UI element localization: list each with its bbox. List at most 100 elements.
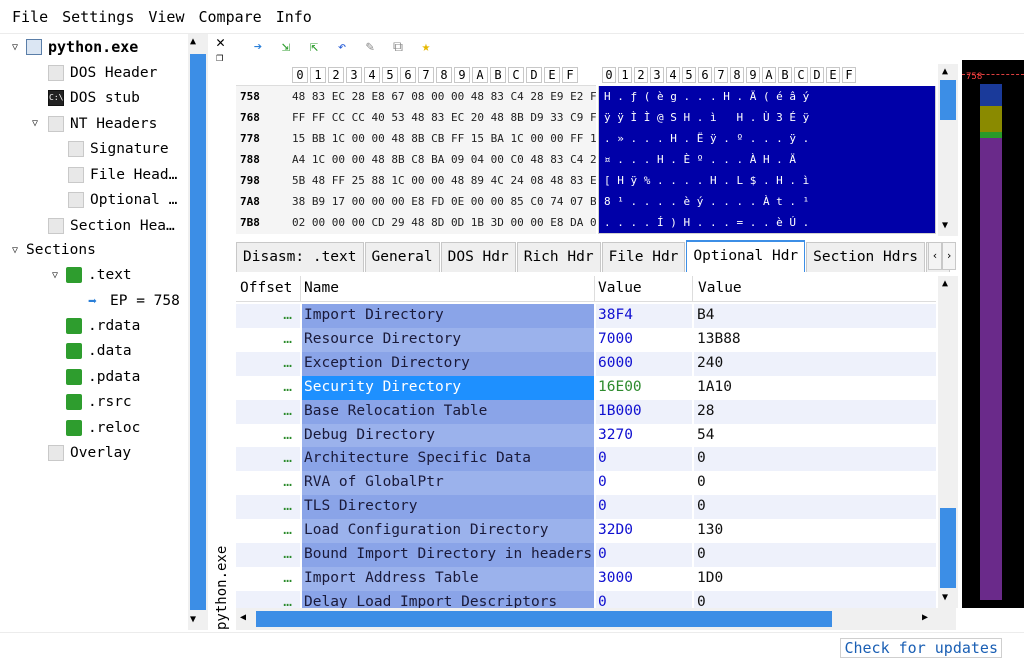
hex-scrollbar-thumb[interactable] (940, 80, 956, 120)
horizontal-scrollbar-thumb[interactable] (256, 611, 832, 627)
table-row[interactable]: … Base Relocation Table 1B000 28 (236, 399, 936, 424)
hex-row[interactable]: 7B8 02 00 00 00 CD 29 48 8D 0D 1B 3D 00 0… (236, 212, 596, 233)
tree-item-rsrc[interactable]: .rsrc (66, 391, 132, 413)
collapse-arrow-icon[interactable]: ▽ (52, 270, 58, 281)
table-cell-value-size[interactable]: 0 (694, 471, 936, 496)
table-cell-name[interactable]: Exception Directory (302, 351, 594, 376)
menu-settings[interactable]: Settings (62, 8, 134, 26)
collapse-arrow-icon[interactable]: ▽ (12, 42, 18, 53)
tab-rich-hdr[interactable]: Rich Hdr (516, 242, 601, 272)
ascii-row[interactable]: H . ƒ ( è g . . . H . Ä ( é â ý (604, 90, 809, 111)
table-cell-value[interactable]: 1B000 (596, 399, 692, 424)
table-row[interactable]: … Load Configuration Directory 32D0 130 (236, 519, 936, 544)
hex-scrollbar[interactable]: ▲ ▼ (938, 64, 958, 236)
table-cell-value[interactable]: 7000 (596, 327, 692, 352)
hex-row[interactable]: 768 FF FF CC CC 40 53 48 83 EC 20 48 8B D… (236, 107, 596, 128)
table-cell-value-size[interactable]: 240 (694, 351, 936, 376)
hex-row[interactable]: 758 48 83 EC 28 E8 67 08 00 00 48 83 C4 2… (236, 86, 596, 107)
table-cell-offset[interactable]: … (236, 590, 300, 608)
ascii-rows[interactable]: H . ƒ ( è g . . . H . Ä ( é â ýÿ ÿ Ì Ì @… (600, 86, 936, 234)
table-cell-name[interactable]: Resource Directory (302, 327, 594, 352)
hex-row[interactable]: 7A8 38 B9 17 00 00 00 E8 FD 0E 00 00 85 C… (236, 191, 596, 212)
tab-general[interactable]: General (364, 242, 440, 272)
collapse-arrow-icon[interactable]: ▽ (32, 118, 38, 129)
table-row[interactable]: … Bound Import Directory in headers 0 0 (236, 543, 936, 567)
tree-item-dos-header[interactable]: DOS Header (48, 62, 157, 84)
hex-row-bytes[interactable]: FF FF CC CC 40 53 48 83 EC 20 48 8B D9 3… (292, 111, 596, 124)
ascii-row[interactable]: . » . . . H . Ë ÿ . º . . . ÿ . (604, 132, 809, 153)
table-cell-name[interactable]: Delay Load Import Descriptors (302, 590, 594, 608)
table-cell-name[interactable]: RVA of GlobalPtr (302, 471, 594, 496)
tab-dos-hdr[interactable]: DOS Hdr (440, 242, 516, 272)
pin-icon[interactable]: ✎ (362, 39, 378, 55)
tree-item-root[interactable]: python.exe (26, 36, 138, 58)
tab-scroll-left-icon[interactable]: ‹ (928, 242, 942, 270)
table-cell-offset[interactable]: … (236, 304, 300, 328)
table-row[interactable]: … Delay Load Import Descriptors 0 0 (236, 590, 936, 608)
table-row[interactable]: … Import Directory 38F4 B4 (236, 304, 936, 328)
ascii-row[interactable]: ¤ . . . H . È º . . . À H . Ä (604, 153, 809, 174)
table-scrollbar-thumb[interactable] (940, 508, 956, 588)
table-cell-offset[interactable]: … (236, 519, 300, 544)
table-cell-offset[interactable]: … (236, 495, 300, 520)
go-to-icon[interactable]: ➔ (250, 39, 266, 55)
scroll-down-icon[interactable]: ▼ (942, 220, 948, 231)
table-cell-value-size[interactable]: 130 (694, 519, 936, 544)
document-tab-python-exe[interactable]: python.exe (214, 546, 230, 630)
scroll-up-icon[interactable]: ▲ (942, 66, 948, 77)
ascii-row[interactable]: 8 ¹ . . . . è ý . . . . À t . ¹ (604, 195, 809, 216)
tree-item-data[interactable]: .data (66, 340, 132, 362)
scroll-left-icon[interactable]: ◀ (240, 612, 246, 623)
column-header-value-size[interactable]: Value (698, 280, 742, 296)
undo-icon[interactable]: ↶ (334, 39, 350, 55)
table-cell-name[interactable]: Debug Directory (302, 423, 594, 448)
hex-row[interactable]: 788 A4 1C 00 00 48 8B C8 BA 09 04 00 C0 4… (236, 149, 596, 170)
column-header-offset[interactable]: Offset (240, 280, 292, 296)
table-cell-offset[interactable]: … (236, 375, 300, 400)
table-cell-name[interactable]: Import Address Table (302, 566, 594, 591)
tab-section-hdrs[interactable]: Section Hdrs (806, 242, 925, 272)
table-cell-offset[interactable]: … (236, 566, 300, 591)
table-cell-name[interactable]: Load Configuration Directory (302, 519, 594, 544)
table-cell-name[interactable]: Architecture Specific Data (302, 447, 594, 472)
tree-scrollbar[interactable]: ▲ ▼ (188, 34, 208, 630)
tree-item-section-headers[interactable]: Section Hea… (48, 215, 175, 237)
star-icon[interactable]: ★ (418, 39, 434, 55)
hex-row[interactable]: 778 15 BB 1C 00 00 48 8B CB FF 15 BA 1C 0… (236, 128, 596, 149)
table-cell-value[interactable]: 0 (596, 447, 692, 472)
ascii-row[interactable]: [ H ÿ % . . . . H . L $ . H . ì (604, 174, 809, 195)
tree-item-dos-stub[interactable]: C:\ DOS stub (48, 87, 140, 109)
hex-row-bytes[interactable]: 48 83 EC 28 E8 67 08 00 00 48 83 C4 28 E… (292, 90, 596, 103)
table-cell-value[interactable]: 0 (596, 471, 692, 496)
scroll-up-icon[interactable]: ▲ (190, 36, 196, 47)
tab-scroll-right-icon[interactable]: › (942, 242, 956, 270)
import-icon[interactable]: ⇲ (278, 39, 294, 55)
column-header-name[interactable]: Name (304, 280, 339, 296)
table-horizontal-scrollbar[interactable]: ◀ ▶ (236, 608, 956, 630)
restore-window-icon[interactable]: ❐ (216, 50, 232, 64)
hex-row-bytes[interactable]: 15 BB 1C 00 00 48 8B CB FF 15 BA 1C 00 0… (292, 132, 596, 145)
tree-item-entry-point[interactable]: ➡ EP = 758 (88, 290, 180, 312)
table-cell-value-size[interactable]: 0 (694, 543, 936, 567)
tree-item-sections[interactable]: Sections (26, 239, 96, 261)
close-icon[interactable]: ✕ (216, 34, 232, 50)
table-cell-value-size[interactable]: 0 (694, 447, 936, 472)
tree-item-text[interactable]: .text (66, 264, 132, 286)
table-cell-value[interactable]: 6000 (596, 351, 692, 376)
table-cell-name[interactable]: Security Directory (302, 375, 594, 400)
menu-info[interactable]: Info (276, 8, 312, 26)
table-cell-value[interactable]: 0 (596, 495, 692, 520)
file-overview-map[interactable]: 758 (962, 60, 1024, 608)
menu-view[interactable]: View (148, 8, 184, 26)
table-cell-value-size[interactable]: 0 (694, 590, 936, 608)
tree-item-signature[interactable]: Signature (68, 138, 169, 160)
table-cell-value-size[interactable]: 28 (694, 399, 936, 424)
table-cell-value[interactable]: 32D0 (596, 519, 692, 544)
tab-optional-hdr[interactable]: Optional Hdr (686, 240, 806, 272)
table-cell-offset[interactable]: … (236, 399, 300, 424)
menu-file[interactable]: File (12, 8, 48, 26)
scroll-right-icon[interactable]: ▶ (922, 612, 928, 623)
export-icon[interactable]: ⇱ (306, 39, 322, 55)
table-cell-offset[interactable]: … (236, 351, 300, 376)
check-for-updates-link[interactable]: Check for updates (840, 638, 1002, 658)
